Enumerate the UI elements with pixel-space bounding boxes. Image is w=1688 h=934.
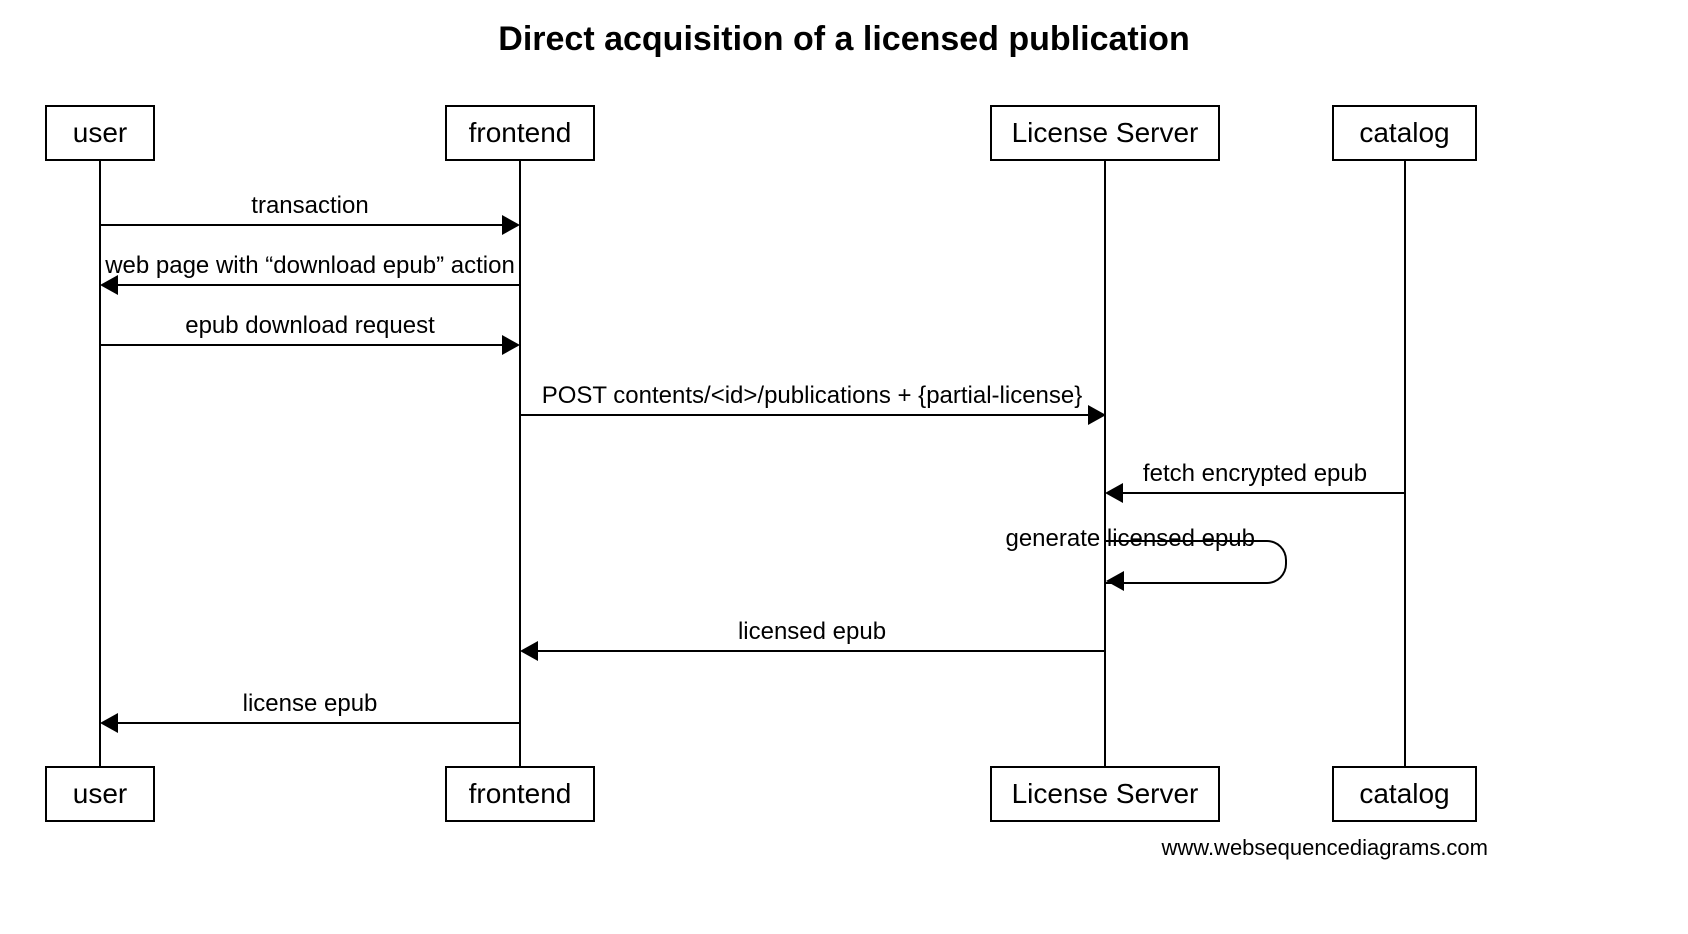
- msg-line-licensed-epub: [538, 650, 1106, 652]
- diagram-title: Direct acquisition of a licensed publica…: [0, 20, 1688, 59]
- lifeline-user: [99, 160, 101, 766]
- actor-frontend-top: frontend: [445, 105, 595, 161]
- arrow-generate: [1106, 571, 1124, 591]
- msg-line-license-epub: [118, 722, 520, 724]
- msg-line-post: [520, 414, 1088, 416]
- lifeline-catalog: [1404, 160, 1406, 766]
- actor-license-server-top: License Server: [990, 105, 1220, 161]
- msg-label-licensed-epub: licensed epub: [738, 618, 886, 646]
- actor-catalog-top: catalog: [1332, 105, 1477, 161]
- self-loop-generate: [1105, 540, 1287, 584]
- arrow-post: [1088, 405, 1106, 425]
- lifeline-license-server: [1104, 160, 1106, 766]
- msg-line-transaction: [100, 224, 502, 226]
- msg-label-webpage: web page with “download epub” action: [105, 252, 515, 280]
- msg-line-download-req: [100, 344, 502, 346]
- actor-license-server-bottom: License Server: [990, 766, 1220, 822]
- msg-label-fetch: fetch encrypted epub: [1143, 460, 1367, 488]
- msg-label-post: POST contents/<id>/publications + {parti…: [542, 382, 1083, 410]
- arrow-download-req: [502, 335, 520, 355]
- arrow-license-epub: [100, 713, 118, 733]
- arrow-fetch: [1105, 483, 1123, 503]
- footer-link: www.websequencediagrams.com: [1162, 835, 1489, 861]
- lifeline-frontend: [519, 160, 521, 766]
- actor-catalog-bottom: catalog: [1332, 766, 1477, 822]
- msg-line-fetch: [1123, 492, 1406, 494]
- sequence-diagram: Direct acquisition of a licensed publica…: [0, 0, 1688, 934]
- actor-user-bottom: user: [45, 766, 155, 822]
- actor-user-top: user: [45, 105, 155, 161]
- arrow-licensed-epub: [520, 641, 538, 661]
- msg-label-license-epub: license epub: [243, 690, 378, 718]
- actor-frontend-bottom: frontend: [445, 766, 595, 822]
- arrow-transaction: [502, 215, 520, 235]
- msg-label-download-req: epub download request: [185, 312, 435, 340]
- arrow-webpage: [100, 275, 118, 295]
- msg-line-webpage: [118, 284, 520, 286]
- msg-label-transaction: transaction: [251, 192, 368, 220]
